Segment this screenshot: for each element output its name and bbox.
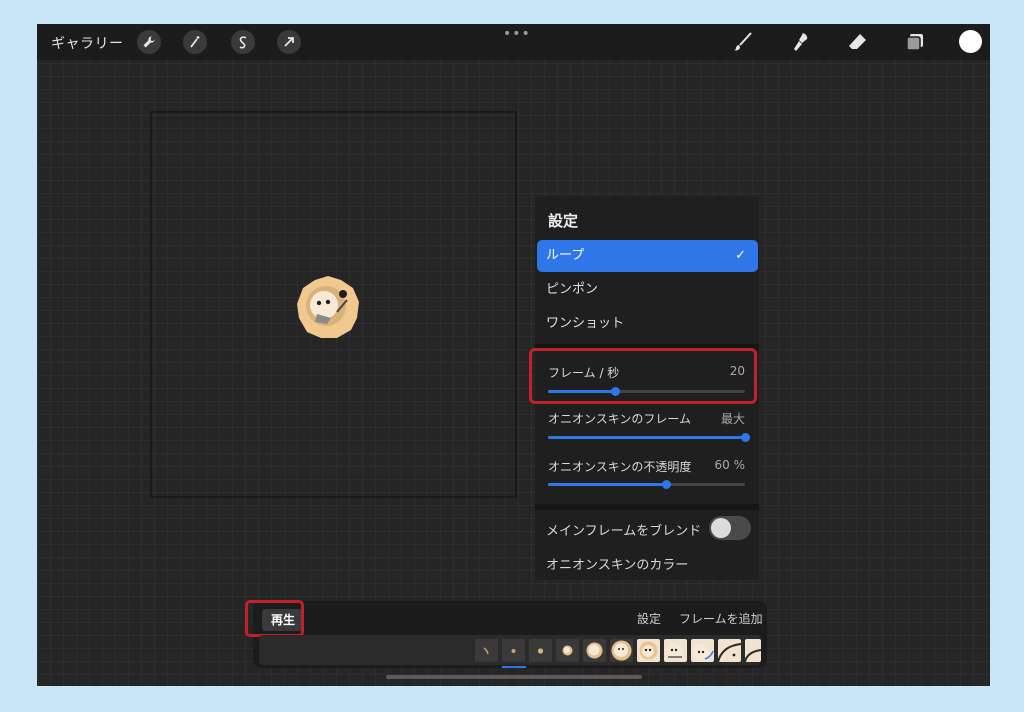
frame-thumb[interactable] xyxy=(744,639,762,663)
onion-frames-value: 最大 xyxy=(720,412,745,426)
option-loop[interactable]: ループ ✓ xyxy=(537,240,758,272)
onion-opacity-label: オニオンスキンの不透明度 xyxy=(548,460,692,474)
frame-thumb[interactable] xyxy=(664,639,687,662)
magic-wand-icon[interactable] xyxy=(183,30,207,54)
option-one-shot-label: ワンショット xyxy=(546,316,625,331)
frame-thumb[interactable] xyxy=(475,639,498,662)
onion-frames-slider[interactable] xyxy=(548,433,750,442)
frame-thumb[interactable] xyxy=(610,639,633,662)
color-swatch[interactable] xyxy=(959,30,982,53)
frame-thumb[interactable] xyxy=(529,639,552,662)
blend-primary-toggle[interactable] xyxy=(709,516,751,540)
home-indicator[interactable] xyxy=(386,675,642,679)
onion-opacity-slider-fill xyxy=(548,483,667,486)
frame-thumb[interactable] xyxy=(691,639,714,662)
add-frame-button[interactable]: フレームを追加 xyxy=(679,610,763,627)
onion-opacity-value: 60 % xyxy=(714,458,746,472)
character-sprite xyxy=(297,276,359,338)
transform-arrow-icon[interactable] xyxy=(277,30,301,54)
option-ping-pong-label: ピンポン xyxy=(546,282,599,297)
smudge-icon[interactable] xyxy=(789,30,813,54)
frame-thumb[interactable] xyxy=(502,639,525,662)
onion-frames-slider-fill xyxy=(548,436,745,439)
onion-opacity-slider-knob[interactable] xyxy=(662,480,672,489)
layers-icon[interactable] xyxy=(903,30,927,54)
check-icon: ✓ xyxy=(735,248,746,263)
selection-icon[interactable] xyxy=(231,30,255,54)
eraser-icon[interactable] xyxy=(845,30,869,54)
option-ping-pong[interactable]: ピンポン xyxy=(537,274,758,306)
option-one-shot[interactable]: ワンショット xyxy=(537,308,758,340)
fps-highlight-box xyxy=(529,348,757,404)
more-menu-icon[interactable]: ••• xyxy=(503,26,531,42)
gallery-button[interactable]: ギャラリー xyxy=(51,33,124,53)
toggle-thumb xyxy=(711,518,731,538)
play-highlight-box xyxy=(245,600,304,637)
top-toolbar: ギャラリー ••• xyxy=(37,24,990,60)
panel-title: 設定 xyxy=(548,212,579,230)
frame-thumb[interactable] xyxy=(583,639,606,662)
onion-opacity-slider[interactable] xyxy=(548,480,745,489)
frame-thumb[interactable] xyxy=(717,639,742,663)
brush-icon[interactable] xyxy=(731,30,755,54)
blend-primary-label: メインフレームをブレンド xyxy=(546,524,702,539)
frame-thumb[interactable] xyxy=(556,639,579,662)
current-frame-indicator xyxy=(502,666,526,668)
timeline-settings-button[interactable]: 設定 xyxy=(637,610,661,627)
wrench-icon[interactable] xyxy=(137,30,161,54)
frame-strip xyxy=(259,635,762,665)
animation-timeline: 再生 設定 フレームを追加 xyxy=(245,600,767,668)
onion-frames-label: オニオンスキンのフレーム xyxy=(548,412,692,426)
onion-frames-slider-knob[interactable] xyxy=(741,433,750,442)
option-loop-label: ループ xyxy=(546,248,585,263)
onion-color-row[interactable]: オニオンスキンのカラー xyxy=(546,554,688,573)
divider xyxy=(535,504,759,510)
procreate-screen: ギャラリー ••• 設定 ループ ✓ ピンポン ワンショット フレーム / 秒 … xyxy=(37,24,990,686)
frame-thumb[interactable] xyxy=(637,639,660,662)
